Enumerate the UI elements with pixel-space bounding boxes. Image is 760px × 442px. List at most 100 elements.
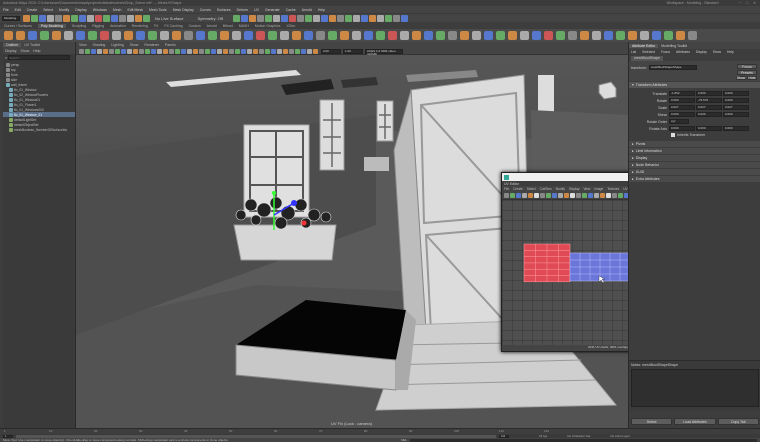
uv-tool-icon[interactable] xyxy=(606,193,611,198)
shelf-tool-icon[interactable] xyxy=(256,31,265,40)
viewport-tool-icon[interactable] xyxy=(289,48,294,54)
shelf-tab-animation[interactable]: Animation xyxy=(110,24,126,28)
shelf-tool-icon[interactable] xyxy=(436,31,445,40)
show-button[interactable]: Show xyxy=(736,76,746,80)
viewport-tool-icon[interactable] xyxy=(229,48,234,54)
status-tool-icon[interactable] xyxy=(135,14,142,22)
attribute-value-field[interactable]: 0.027 xyxy=(696,105,722,110)
viewport-menu-renderer[interactable]: Renderer xyxy=(144,43,159,47)
uv-tool-icon[interactable] xyxy=(516,193,521,198)
viewport-field-2[interactable]: 1.00 xyxy=(343,48,363,54)
shelf-tool-icon[interactable] xyxy=(76,31,85,40)
attribute-value-field[interactable]: 0.027 xyxy=(669,105,695,110)
main-menu-item-uv[interactable]: UV xyxy=(254,8,259,12)
ae-menu-focus[interactable]: Focus xyxy=(661,50,670,54)
shelf-tool-icon[interactable] xyxy=(484,31,493,40)
attribute-value-field[interactable]: 0.000 xyxy=(669,112,695,117)
viewport-tool-icon[interactable] xyxy=(247,48,252,54)
shelf-tool-icon[interactable] xyxy=(616,31,625,40)
shelf-tool-icon[interactable] xyxy=(316,31,325,40)
ae-section-node-behavior[interactable]: ▸ Node Behavior xyxy=(629,162,760,168)
uv-menu-view[interactable]: View xyxy=(583,187,590,191)
viewport-tool-icon[interactable] xyxy=(301,48,306,54)
uv-tool-icon[interactable] xyxy=(576,193,581,198)
modelling-toolkit-tab[interactable]: Modelling Toolkit xyxy=(658,44,690,48)
outliner-tab[interactable]: Outliner xyxy=(3,43,22,47)
symmetry-dropdown[interactable]: Symmetry: Off xyxy=(197,16,222,21)
ae-menu-attributes[interactable]: Attributes xyxy=(676,50,690,54)
attribute-value-field[interactable]: 0.000 xyxy=(723,126,749,131)
ae-section-display[interactable]: ▸ Display xyxy=(629,155,760,161)
attribute-value-field[interactable]: 0.000 xyxy=(669,126,695,131)
shelf-tool-icon[interactable] xyxy=(112,31,121,40)
status-tool-icon[interactable] xyxy=(31,14,38,22)
status-tool-icon[interactable] xyxy=(87,14,94,22)
viewport-tool-icon[interactable] xyxy=(181,48,186,54)
viewport-tool-icon[interactable] xyxy=(145,48,150,54)
status-render-icon[interactable] xyxy=(384,14,392,22)
attribute-value-field[interactable]: 0.000 xyxy=(696,126,722,131)
uv-menu-modify[interactable]: Modify xyxy=(556,187,565,191)
uv-menu-create[interactable]: Create xyxy=(513,187,523,191)
shelf-tool-icon[interactable] xyxy=(412,31,421,40)
shelf-tool-icon[interactable] xyxy=(568,31,577,40)
status-tool-icon[interactable] xyxy=(55,14,62,22)
uv-menu-select[interactable]: Select xyxy=(527,187,536,191)
viewport-menu-view[interactable]: View xyxy=(79,43,87,47)
ae-menu-list[interactable]: List xyxy=(631,50,636,54)
main-menu-item-deform[interactable]: Deform xyxy=(237,8,248,12)
shelf-tool-icon[interactable] xyxy=(292,31,301,40)
main-menu-item-edit-mesh[interactable]: Edit Mesh xyxy=(127,8,143,12)
viewport-tool-icon[interactable] xyxy=(283,48,288,54)
status-tool-icon[interactable] xyxy=(23,14,30,22)
uv-tool-icon[interactable] xyxy=(564,193,569,198)
shelf-tool-icon[interactable] xyxy=(544,31,553,40)
shelf-tool-icon[interactable] xyxy=(52,31,61,40)
shelf-tool-icon[interactable] xyxy=(364,31,373,40)
status-render-icon[interactable] xyxy=(304,14,312,22)
status-tool-icon[interactable] xyxy=(119,14,126,22)
workspace-label[interactable]: Workspace : Modeling - Standard xyxy=(667,1,719,5)
shelf-tab-poly-modeling[interactable]: Poly Modeling xyxy=(37,23,66,28)
shelf-tool-icon[interactable] xyxy=(280,31,289,40)
shelf-tab-rendering[interactable]: Rendering xyxy=(132,24,148,28)
shelf-tab-motion-graphics[interactable]: Motion Graphics xyxy=(255,24,280,28)
attribute-value-field[interactable]: xyz xyxy=(669,119,689,124)
ae-section-uuid[interactable]: ▸ UUID xyxy=(629,169,760,175)
presets-button[interactable]: Presets xyxy=(737,70,757,75)
attribute-value-field[interactable]: 0.000 xyxy=(696,112,722,117)
viewport-menu-lighting[interactable]: Lighting xyxy=(111,43,123,47)
shelf-tool-icon[interactable] xyxy=(424,31,433,40)
shelf-tab-arnold[interactable]: Arnold xyxy=(207,24,217,28)
uv-menu-file[interactable]: File xyxy=(504,187,509,191)
viewport-menu-panels[interactable]: Panels xyxy=(165,43,176,47)
shelf-tab-mash[interactable]: MASH xyxy=(239,24,249,28)
status-tool-icon[interactable] xyxy=(39,14,46,22)
shelf-tool-icon[interactable] xyxy=(148,31,157,40)
uv-tool-icon[interactable] xyxy=(594,193,599,198)
uv-tool-icon[interactable] xyxy=(504,193,509,198)
viewport-tool-icon[interactable] xyxy=(307,48,312,54)
shelf-tool-icon[interactable] xyxy=(328,31,337,40)
shelf-tool-icon[interactable] xyxy=(352,31,361,40)
viewport-tool-icon[interactable] xyxy=(259,48,264,54)
focus-button[interactable]: Focus xyxy=(737,64,757,69)
uv-menu-cut-sew[interactable]: Cut/Sew xyxy=(540,187,552,191)
viewport-tool-icon[interactable] xyxy=(103,48,108,54)
uv-tool-icon[interactable] xyxy=(612,193,617,198)
shelf-tool-icon[interactable] xyxy=(400,31,409,40)
shelf-tool-icon[interactable] xyxy=(196,31,205,40)
shelf-tab-curves-surfaces[interactable]: Curves / Surfaces xyxy=(4,24,32,28)
shelf-tool-icon[interactable] xyxy=(136,31,145,40)
status-tool-icon[interactable] xyxy=(71,14,78,22)
maximize-icon[interactable]: □ xyxy=(746,1,748,5)
command-line-input[interactable] xyxy=(410,438,757,442)
status-render-icon[interactable] xyxy=(344,14,352,22)
uv-menu-textures[interactable]: Textures xyxy=(607,187,619,191)
main-menu-item-file[interactable]: File xyxy=(3,8,9,12)
status-tool-icon[interactable] xyxy=(111,14,118,22)
main-menu-item-windows[interactable]: Windows xyxy=(93,8,107,12)
uv-menu-image[interactable]: Image xyxy=(594,187,603,191)
viewport-tool-icon[interactable] xyxy=(151,48,156,54)
shelf-tab-custom[interactable]: Custom xyxy=(189,24,201,28)
